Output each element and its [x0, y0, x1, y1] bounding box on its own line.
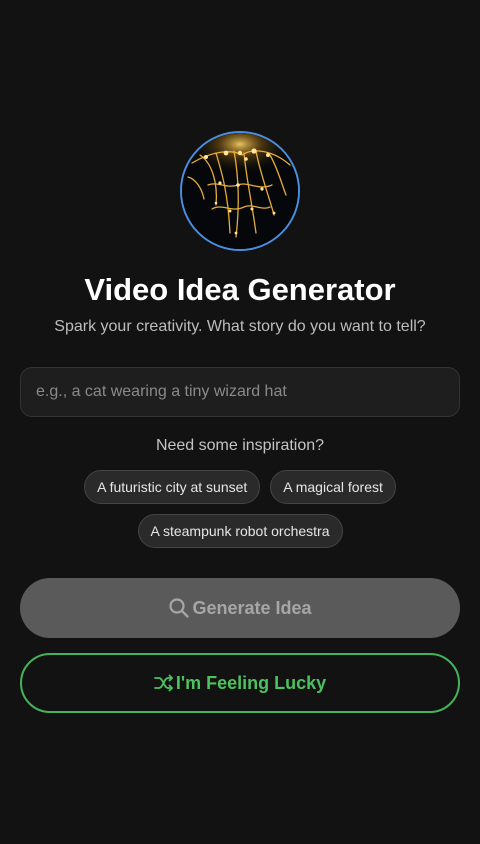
- feeling-lucky-label: I'm Feeling Lucky: [175, 672, 327, 693]
- page-title: Video Idea Generator: [84, 272, 396, 307]
- shuffle-icon: [153, 674, 174, 692]
- inspiration-chips-row: A steampunk robot orchestra: [0, 514, 480, 548]
- generate-idea-button[interactable]: Generate Idea: [20, 578, 460, 638]
- search-icon: [168, 597, 190, 619]
- inspiration-chip-futuristic-city[interactable]: A futuristic city at sunset: [84, 470, 261, 504]
- generate-idea-label: Generate Idea: [192, 597, 312, 618]
- idea-input[interactable]: [21, 368, 459, 416]
- idea-input-container: [20, 367, 460, 417]
- page-subtitle: Spark your creativity. What story do you…: [54, 318, 426, 335]
- glowing-network-icon: [182, 133, 298, 249]
- logo-avatar: [180, 131, 300, 251]
- feeling-lucky-button[interactable]: I'm Feeling Lucky: [20, 653, 460, 713]
- inspiration-chip-magical-forest[interactable]: A magical forest: [270, 470, 396, 504]
- inspiration-heading: Need some inspiration?: [155, 437, 325, 454]
- inspiration-chip-steampunk-orchestra[interactable]: A steampunk robot orchestra: [137, 514, 343, 548]
- inspiration-chips-row: A futuristic city at sunset A magical fo…: [0, 470, 480, 504]
- app-screen: Video Idea Generator Spark your creativi…: [0, 0, 480, 844]
